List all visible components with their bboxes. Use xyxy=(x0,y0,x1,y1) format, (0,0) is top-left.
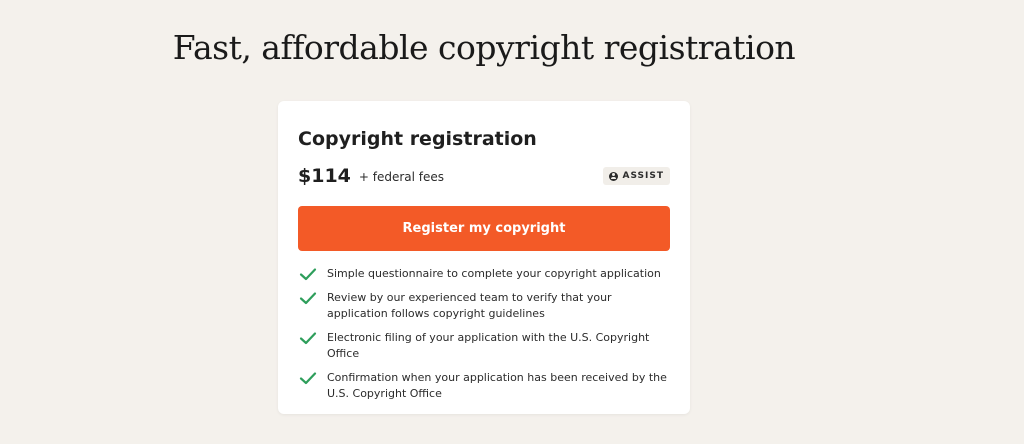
feature-text: Simple questionnaire to complete your co… xyxy=(327,267,661,280)
price: $114 xyxy=(298,165,351,187)
user-circle-icon xyxy=(608,171,618,181)
feature-item: Simple questionnaire to complete your co… xyxy=(298,266,670,282)
federal-fees-note: + federal fees xyxy=(358,170,445,184)
feature-item: Confirmation when your application has b… xyxy=(298,370,670,402)
feature-item: Electronic filing of your application wi… xyxy=(298,330,670,362)
check-icon xyxy=(299,372,317,385)
card-title: Copyright registration xyxy=(298,128,537,150)
check-icon xyxy=(299,268,317,281)
check-icon xyxy=(299,332,317,345)
feature-text: Review by our experienced team to verify… xyxy=(327,291,612,320)
price-row: $114 + federal fees ASSIST xyxy=(298,164,670,188)
feature-item: Review by our experienced team to verify… xyxy=(298,290,670,322)
page-title: Fast, affordable copyright registration xyxy=(172,28,796,67)
check-icon xyxy=(299,292,317,305)
register-copyright-button[interactable]: Register my copyright xyxy=(298,206,670,251)
feature-text: Confirmation when your application has b… xyxy=(327,371,667,400)
pricing-card: Copyright registration $114 + federal fe… xyxy=(278,101,690,414)
assist-badge-label: ASSIST xyxy=(622,171,664,181)
feature-list: Simple questionnaire to complete your co… xyxy=(298,266,670,402)
feature-text: Electronic filing of your application wi… xyxy=(327,331,650,360)
assist-badge: ASSIST xyxy=(602,167,670,185)
